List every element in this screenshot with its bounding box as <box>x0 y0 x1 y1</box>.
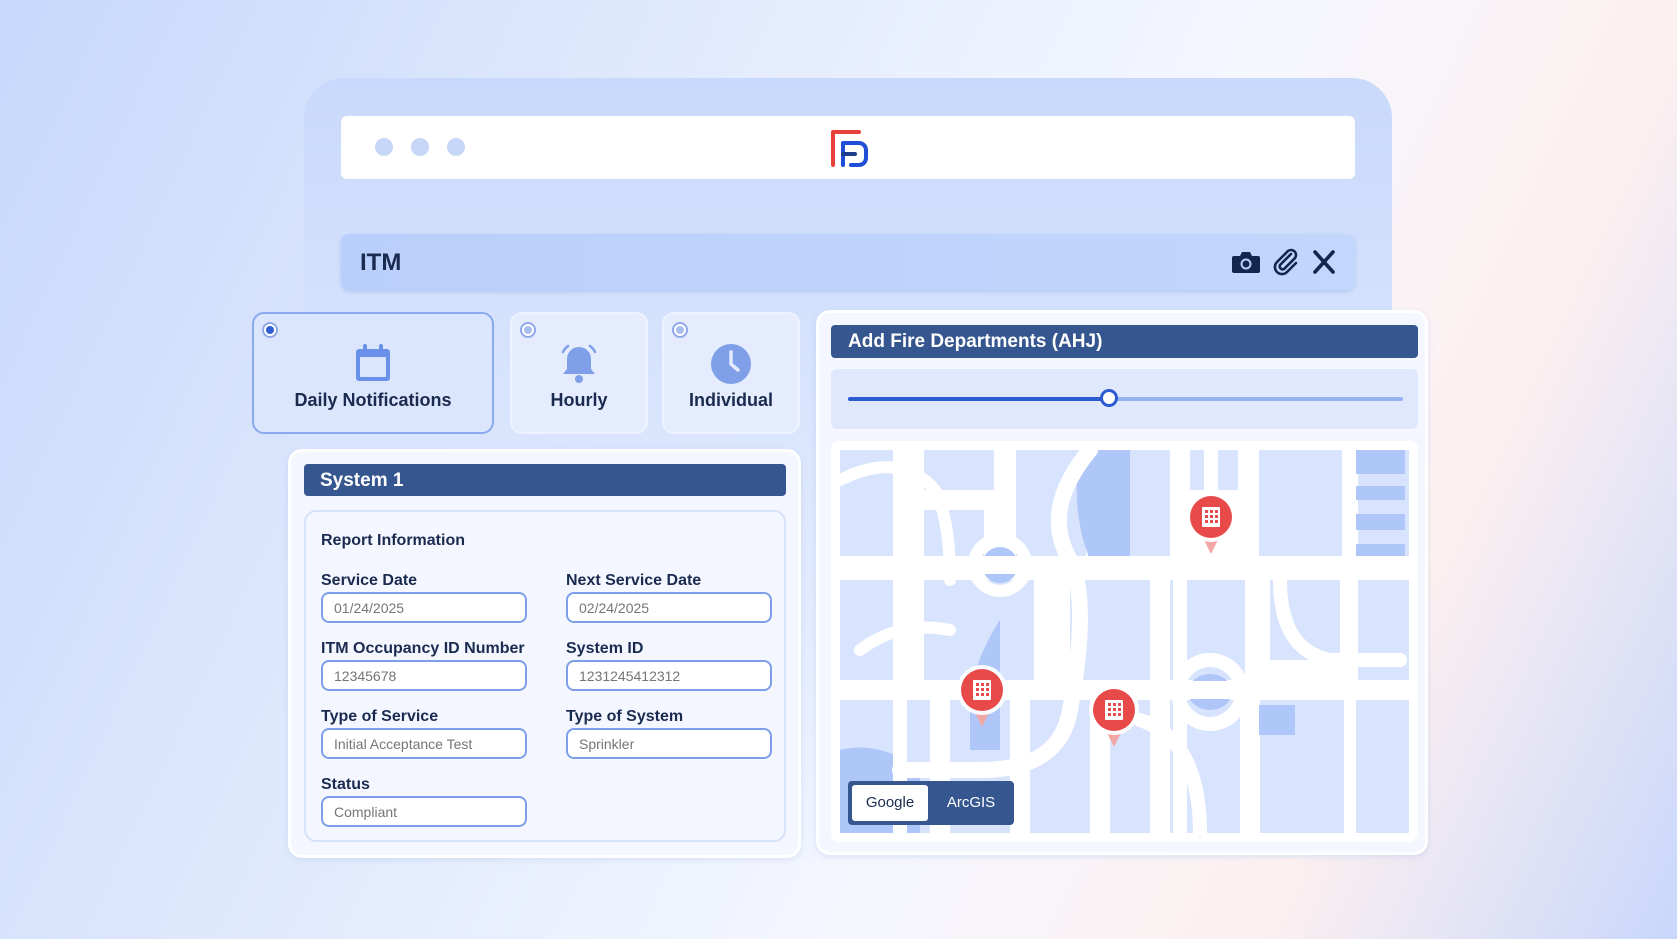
arcgis-map-button[interactable]: ArcGIS <box>932 785 1010 821</box>
window-dot-3[interactable] <box>447 138 465 156</box>
window-dot-2[interactable] <box>411 138 429 156</box>
radio-individual[interactable] <box>672 322 688 338</box>
camera-icon[interactable] <box>1231 248 1261 276</box>
occupancy-id-label: ITM Occupancy ID Number <box>321 640 525 657</box>
map-view[interactable]: Google ArcGIS <box>831 441 1418 842</box>
system-id-label: System ID <box>566 640 644 657</box>
type-of-system-label: Type of System <box>566 708 684 725</box>
option-hourly[interactable]: Hourly <box>510 312 648 434</box>
type-of-system-input[interactable] <box>566 728 772 759</box>
option-daily-notifications[interactable]: Daily Notifications <box>252 312 494 434</box>
calendar-icon <box>356 344 390 381</box>
slider-fill <box>848 397 1109 401</box>
window-dot-1[interactable] <box>375 138 393 156</box>
radius-slider-box <box>831 369 1418 429</box>
report-information-box: Report Information Service Date Next Ser… <box>304 510 786 842</box>
itm-title: ITM <box>360 249 402 276</box>
status-label: Status <box>321 776 370 793</box>
slider-track[interactable] <box>848 397 1403 401</box>
option-label: Hourly <box>550 390 608 410</box>
next-service-date-label: Next Service Date <box>566 572 702 589</box>
map-provider-toggle: Google ArcGIS <box>848 781 1014 825</box>
browser-title-bar <box>341 116 1355 179</box>
radio-daily[interactable] <box>262 322 278 338</box>
service-date-label: Service Date <box>321 572 418 589</box>
itm-toolbar: ITM <box>341 234 1355 290</box>
service-date-input[interactable] <box>321 592 527 623</box>
fire-department-pin-2[interactable] <box>955 663 1009 729</box>
clock-icon <box>711 344 751 384</box>
close-icon[interactable] <box>1309 248 1339 276</box>
system-panel: System 1 Report Information Service Date… <box>288 449 801 858</box>
fire-department-pin-3[interactable] <box>1087 683 1141 749</box>
map-canvas[interactable] <box>840 450 1409 833</box>
fire-department-pin-1[interactable] <box>1184 490 1238 556</box>
system-header: System 1 <box>304 464 786 496</box>
type-of-service-label: Type of Service <box>321 708 439 725</box>
report-title: Report Information <box>321 532 465 549</box>
slider-handle[interactable] <box>1099 389 1118 407</box>
next-service-date-input[interactable] <box>566 592 772 623</box>
radio-hourly[interactable] <box>520 322 536 338</box>
bell-icon <box>561 344 597 383</box>
option-label: Individual <box>688 390 773 410</box>
type-of-service-input[interactable] <box>321 728 527 759</box>
occupancy-id-input[interactable] <box>321 660 527 691</box>
ahj-header: Add Fire Departments (AHJ) <box>831 325 1418 358</box>
option-label: Daily Notifications <box>294 390 452 410</box>
status-input[interactable] <box>321 796 527 827</box>
option-individual[interactable]: Individual <box>662 312 800 434</box>
google-map-button[interactable]: Google <box>852 785 928 821</box>
paperclip-icon[interactable] <box>1271 248 1301 276</box>
ahj-panel: Add Fire Departments (AHJ) Google ArcGIS <box>816 310 1428 855</box>
system-id-input[interactable] <box>566 660 772 691</box>
brand-logo <box>831 130 868 167</box>
